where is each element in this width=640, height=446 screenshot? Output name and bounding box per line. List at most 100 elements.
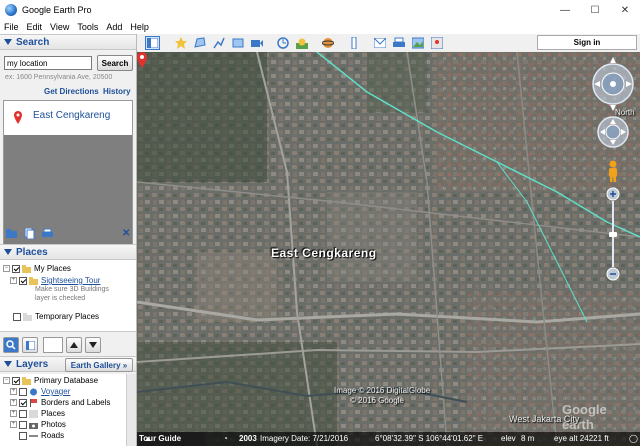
history-link[interactable]: History — [103, 87, 131, 96]
toggle-sidebar-button[interactable] — [145, 36, 160, 50]
imagery-date: Imagery Date: 7/21/2016 — [260, 434, 349, 443]
layer-label: Roads — [41, 431, 65, 440]
move-joystick-icon[interactable] — [597, 116, 629, 148]
clear-search-icon[interactable]: ✕ — [122, 228, 133, 239]
expand-toggle[interactable]: + — [10, 421, 17, 428]
view-in-maps-button[interactable] — [429, 36, 444, 50]
places-panel-header[interactable]: Places — [0, 244, 136, 260]
elevation-value: 8 m — [521, 434, 535, 443]
checkbox[interactable] — [12, 264, 20, 273]
checkbox[interactable] — [12, 376, 20, 385]
menu-view[interactable]: View — [46, 22, 73, 32]
expand-toggle[interactable]: + — [10, 388, 17, 395]
toggle-panel-button[interactable] — [22, 337, 38, 353]
map-view[interactable]: East Cengkareng North Image © 2016 Digit… — [137, 52, 640, 446]
add-overlay-button[interactable] — [230, 36, 245, 50]
layer-roads[interactable]: Roads — [10, 430, 64, 441]
search-result-name: East Cengkareng — [33, 110, 111, 121]
ruler-button[interactable] — [346, 36, 361, 50]
maximize-button[interactable]: ☐ — [580, 0, 610, 20]
zoom-minus-icon[interactable] — [606, 267, 620, 281]
earth-gallery-label: Earth Gallery — [70, 360, 121, 370]
tour-note-line1: Make sure 3D Buildings — [35, 286, 109, 293]
checkbox[interactable] — [19, 398, 27, 407]
tour-guide-button[interactable]: Tour Guide — [139, 432, 205, 446]
collapse-toggle[interactable]: − — [3, 265, 10, 272]
menu-add[interactable]: Add — [102, 22, 126, 32]
database-icon — [22, 376, 31, 385]
collapse-toggle[interactable]: − — [3, 377, 10, 384]
expand-toggle[interactable]: + — [10, 410, 17, 417]
tree-label[interactable]: Sightseeing Tour — [41, 276, 100, 285]
checkbox[interactable] — [19, 409, 27, 418]
print-icon[interactable] — [42, 228, 53, 239]
elevation-label: elev — [501, 434, 516, 443]
checkbox[interactable] — [19, 420, 27, 429]
save-image-button[interactable] — [410, 36, 425, 50]
tree-item-sightseeing-tour[interactable]: + Sightseeing Tour — [10, 275, 100, 286]
add-path-button[interactable] — [211, 36, 226, 50]
map-place-label[interactable]: East Cengkareng — [271, 246, 377, 260]
menu-file[interactable]: File — [0, 22, 23, 32]
zoom-slider-handle[interactable] — [609, 232, 617, 237]
title-bar: Google Earth Pro — ☐ ✕ — [0, 0, 640, 20]
pegman-icon[interactable] — [609, 160, 617, 183]
checkbox[interactable] — [19, 387, 27, 396]
copyright-line2: © 2016 Google — [350, 396, 404, 405]
layer-primary-database[interactable]: − Primary Database — [3, 375, 98, 386]
earth-gallery-button[interactable]: Earth Gallery » — [65, 358, 133, 372]
record-tour-button[interactable] — [249, 36, 264, 50]
add-placemark-button[interactable] — [173, 36, 188, 50]
close-button[interactable]: ✕ — [610, 0, 640, 20]
look-joystick-icon[interactable] — [592, 57, 634, 111]
layer-label[interactable]: Voyager — [41, 387, 70, 396]
search-result-item[interactable]: East Cengkareng — [4, 101, 132, 135]
historical-imagery-button[interactable] — [275, 36, 290, 50]
expand-toggle[interactable]: + — [10, 277, 17, 284]
minimize-button[interactable]: — — [550, 0, 580, 20]
layers-scrollbar[interactable] — [126, 374, 136, 446]
layers-tree: − Primary Database + Voyager + Borders a… — [0, 374, 126, 446]
sunlight-button[interactable] — [294, 36, 309, 50]
search-input[interactable] — [4, 56, 92, 70]
tour-guide-label: Tour Guide — [139, 434, 182, 443]
menu-tools[interactable]: Tools — [73, 22, 102, 32]
tree-item-temporary-places[interactable]: Temporary Places — [13, 311, 99, 322]
historical-year[interactable]: 2003 — [239, 434, 257, 443]
checkbox[interactable] — [13, 312, 21, 321]
add-polygon-button[interactable] — [192, 36, 207, 50]
layer-voyager[interactable]: + Voyager — [10, 386, 70, 397]
print-button[interactable] — [391, 36, 406, 50]
get-directions-link[interactable]: Get Directions — [44, 87, 99, 96]
email-button[interactable] — [372, 36, 387, 50]
map-pin-icon[interactable] — [137, 52, 147, 68]
move-down-button[interactable] — [85, 337, 101, 353]
city-label[interactable]: West Jakarta City — [509, 414, 579, 424]
checkbox[interactable] — [19, 431, 27, 440]
layer-label: Places — [41, 409, 66, 418]
layer-photos[interactable]: + Photos — [10, 419, 66, 430]
copy-icon[interactable] — [24, 227, 35, 240]
places-filter-field[interactable] — [43, 337, 63, 353]
menu-edit[interactable]: Edit — [23, 22, 47, 32]
collapse-triangle-icon — [4, 249, 12, 255]
sign-in-button[interactable]: Sign in — [537, 35, 637, 50]
search-button[interactable]: Search — [97, 55, 133, 71]
planets-button[interactable] — [320, 36, 335, 50]
tree-item-my-places[interactable]: − My Places — [3, 263, 71, 274]
clock-icon[interactable]: ◔ — [223, 434, 228, 443]
layer-borders-labels[interactable]: + Borders and Labels — [10, 397, 110, 408]
save-folder-icon[interactable] — [6, 228, 17, 239]
search-panel-header[interactable]: Search — [0, 34, 136, 50]
menu-help[interactable]: Help — [126, 22, 153, 32]
checkbox[interactable] — [19, 276, 27, 285]
search-places-button[interactable] — [3, 337, 19, 353]
move-up-button[interactable] — [66, 337, 82, 353]
expand-toggle[interactable]: + — [10, 399, 17, 406]
tour-note-line2: layer is checked — [35, 295, 86, 302]
collapse-triangle-icon — [4, 39, 12, 45]
sidebar: Search Search ex: 1600 Pennsylvania Ave,… — [0, 34, 137, 446]
layer-places[interactable]: + Places — [10, 408, 65, 419]
zoom-plus-icon[interactable] — [606, 187, 620, 201]
tree-label: Temporary Places — [35, 312, 100, 321]
